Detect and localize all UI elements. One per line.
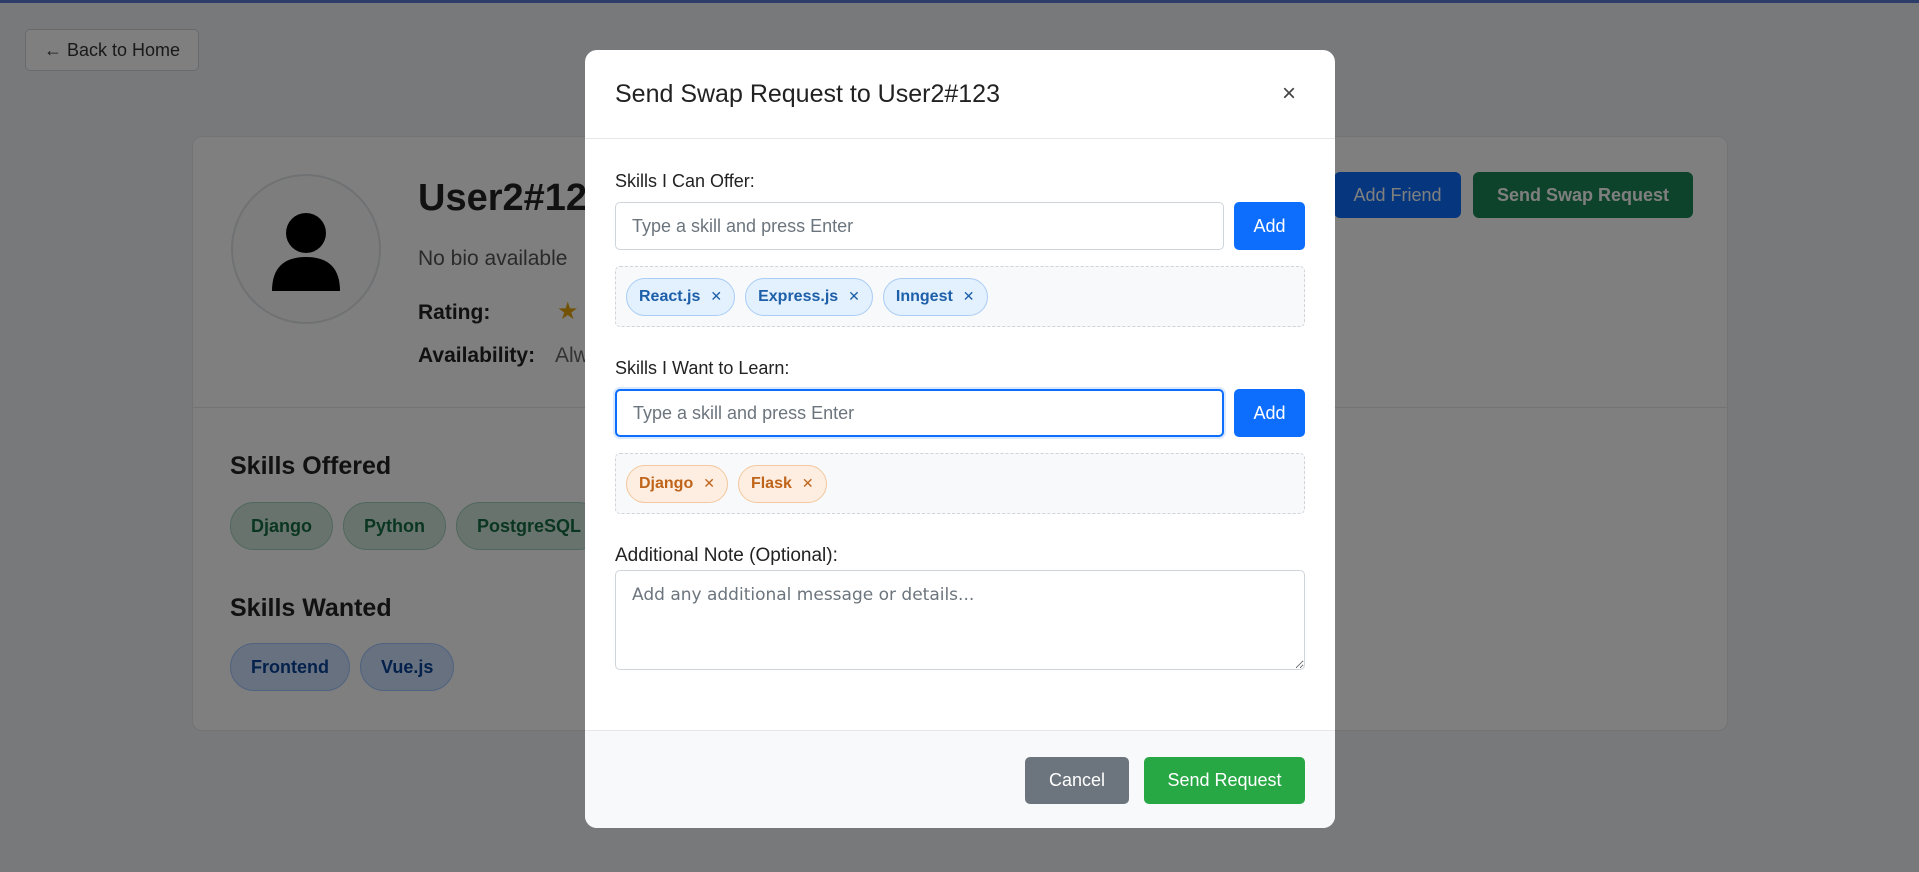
offer-skill-input[interactable] xyxy=(615,202,1224,250)
learn-skill-input[interactable] xyxy=(615,389,1224,437)
remove-tag-icon[interactable]: ✕ xyxy=(703,475,715,492)
modal-title: Send Swap Request to User2#123 xyxy=(615,80,1000,108)
tag-label: Express.js xyxy=(758,287,839,305)
remove-tag-icon[interactable]: ✕ xyxy=(802,475,814,492)
learn-tags-box: Django ✕ Flask ✕ xyxy=(615,453,1305,514)
offer-skills-label: Skills I Can Offer: xyxy=(615,171,755,191)
offer-skill-tag: React.js ✕ xyxy=(626,277,736,316)
add-offer-skill-button[interactable]: Add xyxy=(1234,202,1305,250)
note-label: Additional Note (Optional): xyxy=(615,545,838,566)
modal-footer: Cancel Send Request xyxy=(585,730,1335,828)
add-learn-skill-button[interactable]: Add xyxy=(1234,389,1305,437)
learn-skill-tag: Django ✕ xyxy=(626,464,728,503)
note-textarea[interactable] xyxy=(615,570,1305,670)
remove-tag-icon[interactable]: ✕ xyxy=(710,288,722,305)
tag-label: Flask xyxy=(750,474,792,492)
remove-tag-icon[interactable]: ✕ xyxy=(963,288,975,305)
learn-skill-tag: Flask ✕ xyxy=(737,464,827,503)
modal-header: Send Swap Request to User2#123 × xyxy=(585,50,1335,139)
offer-tags-box: React.js ✕ Express.js ✕ Inngest ✕ xyxy=(615,266,1305,327)
offer-skill-tag: Express.js ✕ xyxy=(745,277,873,316)
send-request-button[interactable]: Send Request xyxy=(1144,757,1305,804)
remove-tag-icon[interactable]: ✕ xyxy=(848,288,860,305)
offer-skill-tag: Inngest ✕ xyxy=(882,277,988,316)
tag-label: Inngest xyxy=(895,287,953,305)
cancel-button[interactable]: Cancel xyxy=(1025,757,1129,804)
learn-skills-label: Skills I Want to Learn: xyxy=(615,358,790,378)
tag-label: React.js xyxy=(639,287,701,305)
tag-label: Django xyxy=(639,474,694,492)
close-icon[interactable]: × xyxy=(1275,80,1303,108)
swap-request-modal: Send Swap Request to User2#123 × Skills … xyxy=(585,50,1335,828)
